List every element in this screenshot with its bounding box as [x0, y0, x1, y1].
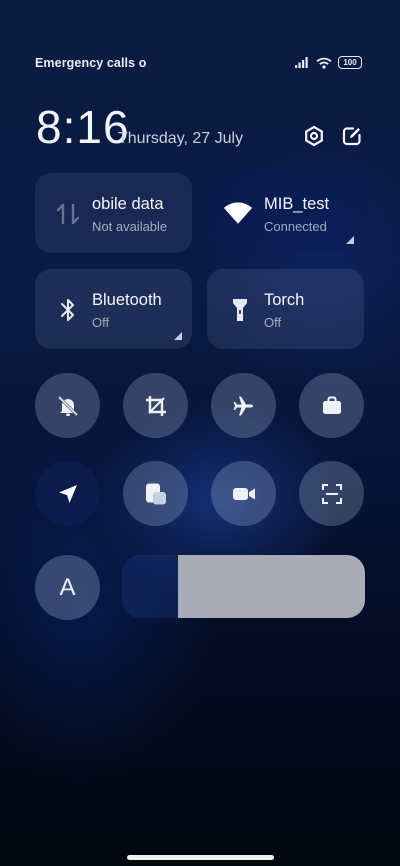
mobile-data-tile[interactable]: obile data Not available — [35, 173, 192, 253]
wifi-icon — [223, 201, 253, 227]
video-camera-icon — [232, 487, 255, 500]
status-icons: 100 — [295, 56, 362, 69]
briefcase-icon — [322, 396, 341, 414]
crop-toggle[interactable] — [123, 373, 188, 438]
torch-icon — [225, 297, 255, 323]
brightness-slider[interactable] — [122, 555, 365, 618]
airplane-toggle[interactable] — [211, 373, 276, 438]
overlay-icon — [145, 483, 166, 504]
wifi-network-name: MIB_test — [264, 195, 330, 213]
torch-status: Off — [264, 315, 282, 330]
screen-recorder-toggle[interactable] — [211, 461, 276, 526]
overlay-toggle[interactable] — [123, 461, 188, 526]
scanner-icon — [321, 483, 342, 504]
work-profile-toggle[interactable] — [299, 373, 364, 438]
auto-brightness-label: A — [59, 573, 76, 601]
scanner-toggle[interactable] — [299, 461, 364, 526]
clock-time: 8:16 — [36, 101, 130, 153]
mute-bell-icon — [57, 395, 78, 416]
wifi-tile[interactable]: MIB_test Connected — [207, 173, 364, 253]
bluetooth-icon — [53, 297, 83, 323]
mute-toggle[interactable] — [35, 373, 100, 438]
home-indicator[interactable] — [127, 855, 274, 860]
settings-icon[interactable] — [302, 124, 326, 148]
mobile-data-status: Not available — [92, 219, 168, 234]
bluetooth-expand-arrow[interactable] — [174, 332, 182, 340]
mobile-data-icon — [53, 201, 83, 227]
torch-title: Torch — [264, 291, 305, 309]
auto-brightness-button[interactable]: A — [35, 555, 100, 620]
brightness-slider-fill — [177, 555, 365, 618]
status-carrier-text: Emergency calls o — [35, 56, 147, 70]
crop-icon — [145, 395, 166, 416]
airplane-icon — [233, 396, 253, 415]
edit-icon[interactable] — [340, 124, 364, 148]
mobile-data-title: obile data — [92, 195, 164, 213]
wifi-status-icon — [316, 57, 332, 69]
wifi-status: Connected — [264, 219, 327, 234]
bluetooth-title: Bluetooth — [92, 291, 162, 309]
bluetooth-status: Off — [92, 315, 110, 330]
location-toggle[interactable] — [35, 461, 100, 526]
location-icon — [58, 484, 77, 503]
torch-tile[interactable]: Torch Off — [207, 269, 364, 349]
signal-icon — [295, 57, 308, 68]
battery-indicator: 100 — [338, 56, 362, 69]
wifi-expand-arrow[interactable] — [346, 236, 354, 244]
date-text: Thursday, 27 July — [118, 130, 244, 147]
bluetooth-tile[interactable]: Bluetooth Off — [35, 269, 192, 349]
